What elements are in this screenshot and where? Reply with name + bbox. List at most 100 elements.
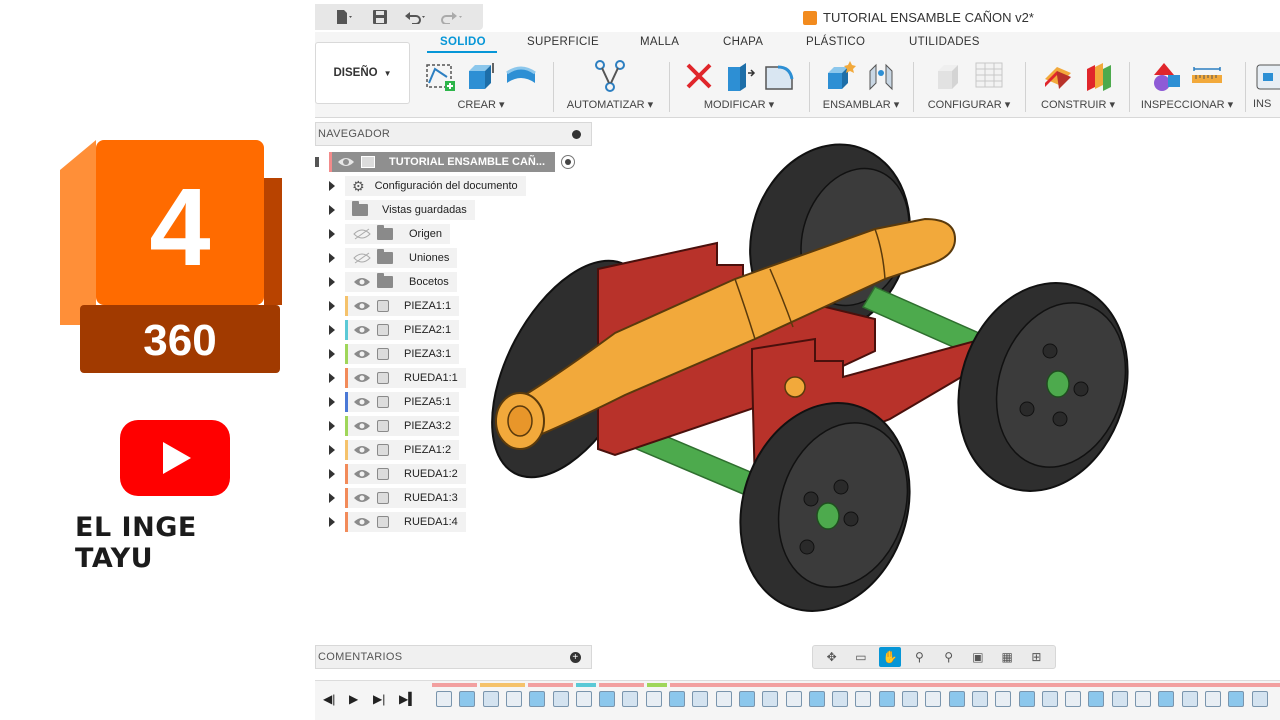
timeline-feature-icon[interactable] [878,691,895,707]
joint-icon[interactable] [864,59,898,93]
tab-plastico[interactable]: PLÁSTICO [806,36,865,48]
eye-icon[interactable] [353,276,371,288]
expand-icon[interactable] [329,373,335,383]
timeline-feature-icon[interactable] [995,691,1012,707]
tab-malla[interactable]: MALLA [640,36,679,48]
expand-icon[interactable] [329,493,335,503]
expand-icon[interactable] [329,229,335,239]
fillet-icon[interactable] [762,59,796,93]
root-collapse-icon[interactable] [315,157,319,167]
nav-component-item[interactable]: RUEDA1:1 [329,368,466,388]
expand-icon[interactable] [329,325,335,335]
eye-icon[interactable] [353,300,371,312]
timeline-feature-icon[interactable] [1041,691,1058,707]
timeline-feature-icon[interactable] [1018,691,1035,707]
timeline-feature-icon[interactable] [1251,691,1268,707]
expand-icon[interactable] [329,349,335,359]
eye-icon[interactable] [337,156,355,168]
timeline-feature-icon[interactable] [785,691,802,707]
add-comment-icon[interactable]: + [570,652,581,663]
eye-icon[interactable] [353,444,371,456]
timeline-feature-icon[interactable] [436,691,452,707]
timeline-feature-icon[interactable] [1088,691,1105,707]
timeline-feature-icon[interactable] [902,691,918,707]
wheel-front-left[interactable] [714,381,935,633]
nav-component-item[interactable]: PIEZA1:1 [329,296,460,316]
expand-icon[interactable] [329,421,335,431]
timeline-feature-icon[interactable] [738,691,755,707]
timeline-feature-icon[interactable] [715,691,732,707]
measure-icon[interactable] [1190,59,1224,93]
timeline-feature-icon[interactable] [1135,691,1151,707]
sketch-icon[interactable] [423,59,457,93]
group-label-configurar[interactable]: CONFIGURAR ▾ [919,98,1019,111]
viewports-icon[interactable]: ⊞ [1025,647,1047,667]
eye-icon[interactable] [353,348,371,360]
activate-radio[interactable] [561,155,576,169]
look-at-icon[interactable]: ▭ [850,647,872,667]
nav-folder-origen[interactable]: Origen [329,224,451,244]
nav-folder-bocetos[interactable]: Bocetos [329,272,457,292]
timeline-feature-icon[interactable] [1158,691,1175,707]
eye-icon[interactable] [353,396,371,408]
new-component-icon[interactable] [824,59,858,93]
timeline-feature-icon[interactable] [1228,691,1245,707]
root-component[interactable]: TUTORIAL ENSAMBLE CAÑ... [329,152,556,172]
nav-component-item[interactable]: PIEZA1:2 [329,440,460,460]
navigator-root[interactable]: TUTORIAL ENSAMBLE CAÑ... [315,152,576,172]
timeline-feature-icon[interactable] [505,691,522,707]
nav-component-item[interactable]: PIEZA5:1 [329,392,460,412]
undo-icon[interactable] [401,7,431,27]
timeline-feature-icon[interactable] [459,691,476,707]
skip-end-icon[interactable]: ▶▍ [399,692,417,706]
table-icon[interactable] [972,59,1006,93]
step-forward-icon[interactable]: ▶| [373,692,387,706]
timeline-feature-icon[interactable] [1181,691,1198,707]
configure-icon[interactable] [932,59,966,93]
delete-icon[interactable] [682,59,716,93]
timeline-feature-icon[interactable] [1065,691,1082,707]
grid-icon[interactable]: ▦ [996,647,1018,667]
timeline-feature-icon[interactable] [832,691,849,707]
tab-chapa[interactable]: CHAPA [723,36,763,48]
timeline-feature-icon[interactable] [669,691,685,707]
timeline-feature-icon[interactable] [622,691,639,707]
timeline-feature-icon[interactable] [971,691,988,707]
timeline-feature-icon[interactable] [762,691,779,707]
comments-panel[interactable]: COMENTARIOS + [315,645,592,669]
group-label-insertar[interactable]: INS [1253,98,1280,110]
group-label-ensamblar[interactable]: ENSAMBLAR ▾ [817,98,905,111]
orbit-icon[interactable]: ✥ [821,647,843,667]
expand-icon[interactable] [329,205,335,215]
midplane-icon[interactable] [1081,59,1115,93]
group-label-construir[interactable]: CONSTRUIR ▾ [1031,98,1125,111]
timeline-feature-icon[interactable] [855,691,872,707]
eye-icon[interactable] [353,468,371,480]
timeline-feature-icon[interactable] [948,691,965,707]
display-icon[interactable]: ▣ [967,647,989,667]
expand-icon[interactable] [329,277,335,287]
timeline-feature-icon[interactable] [482,691,499,707]
workspace-selector[interactable]: DISEÑO ▼ [315,42,410,104]
group-label-inspeccionar[interactable]: INSPECCIONAR ▾ [1135,98,1239,111]
eye-icon[interactable] [353,516,371,528]
tab-solido[interactable]: SOLIDO [440,36,486,48]
navigator-header[interactable]: NAVEGADOR [315,122,592,146]
revolve-icon[interactable] [503,59,539,93]
timeline-feature-icon[interactable] [808,691,825,707]
eye-hidden-icon[interactable] [353,252,371,264]
tab-superficie[interactable]: SUPERFICIE [527,36,599,48]
expand-icon[interactable] [329,517,335,527]
expand-icon[interactable] [329,445,335,455]
group-label-automatizar[interactable]: AUTOMATIZAR ▾ [561,98,659,111]
timeline-feature-icon[interactable] [1204,691,1221,707]
pan-icon[interactable]: ✋ [879,647,902,667]
nav-component-item[interactable]: PIEZA3:1 [329,344,460,364]
automate-icon[interactable] [592,59,628,93]
expand-icon[interactable] [329,397,335,407]
nav-component-item[interactable]: PIEZA2:1 [329,320,460,340]
timeline-feature-icon[interactable] [599,691,616,707]
redo-icon[interactable] [437,7,467,27]
zoom-icon[interactable]: ⚲ [908,647,930,667]
expand-icon[interactable] [329,469,335,479]
